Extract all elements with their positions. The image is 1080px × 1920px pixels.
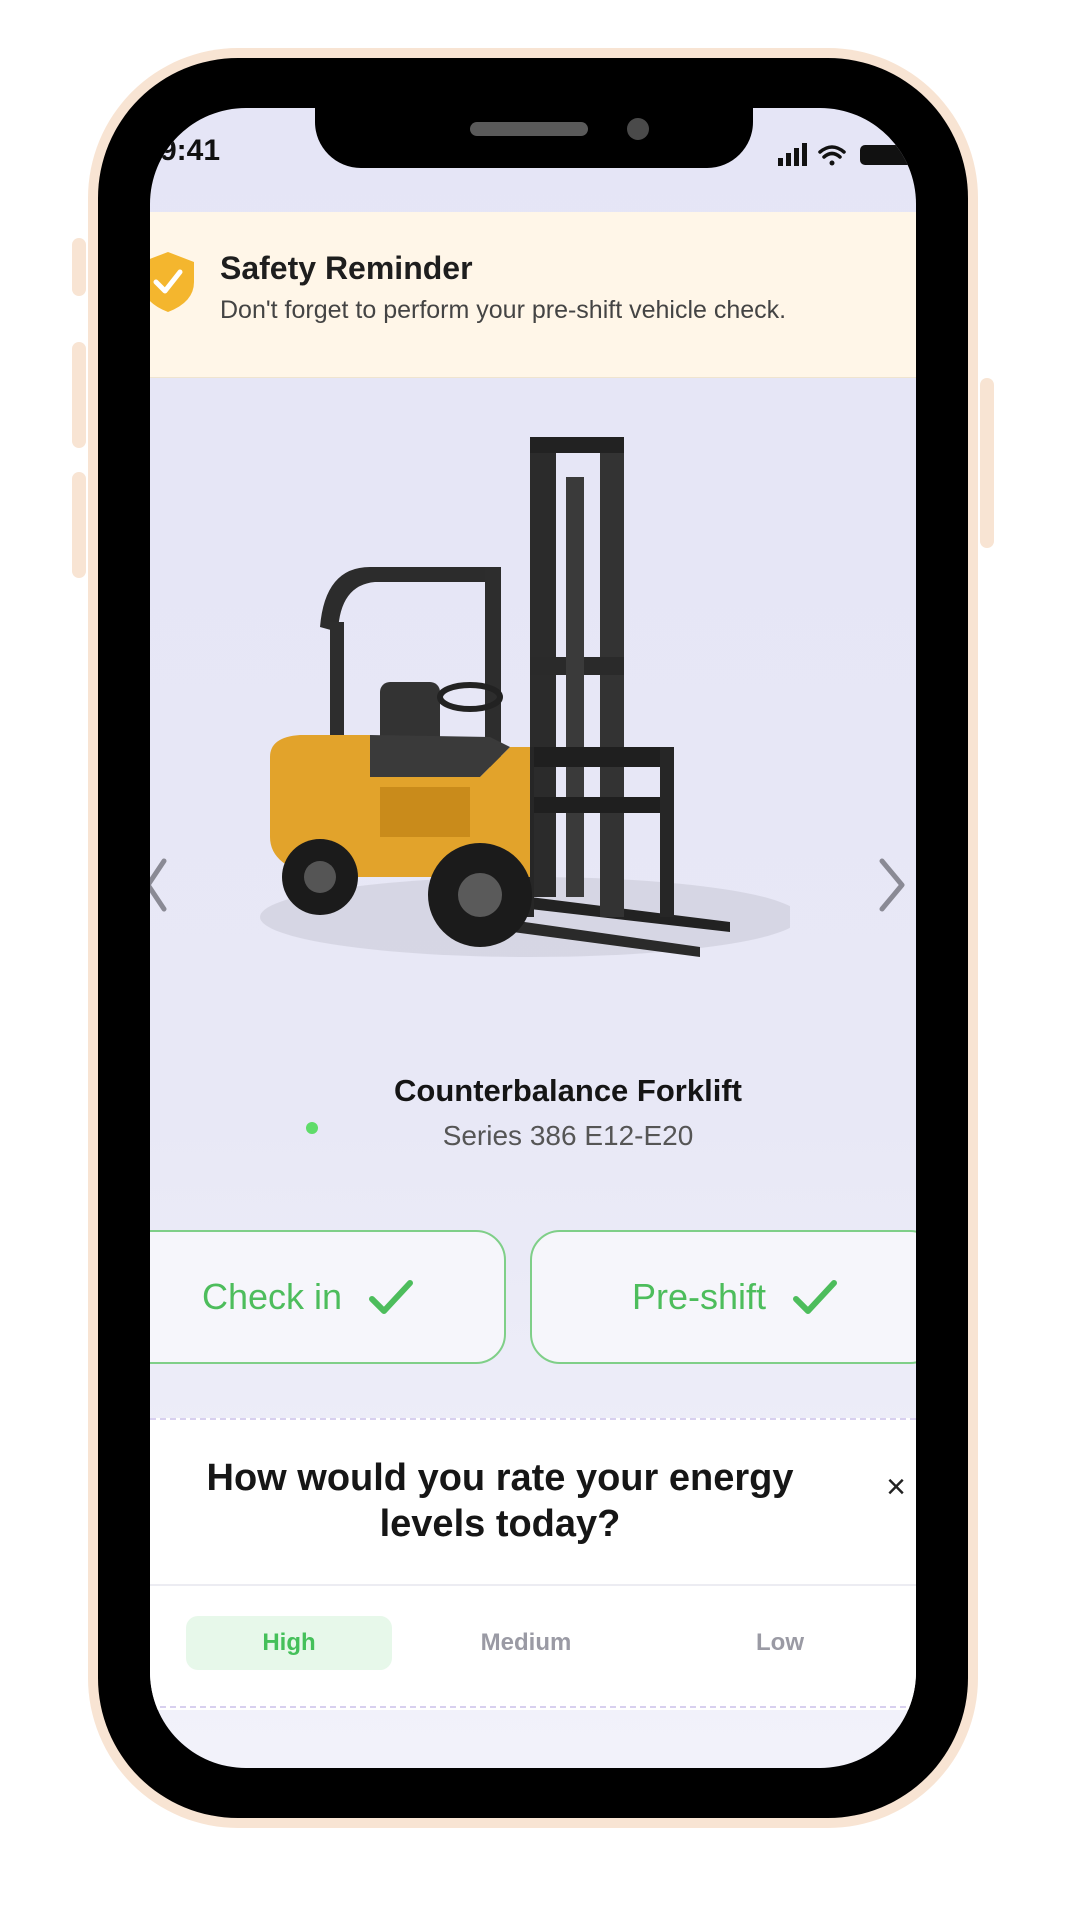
option-high[interactable]: High — [186, 1616, 392, 1670]
check-in-button[interactable]: Check in — [150, 1230, 506, 1364]
checkmark-icon — [793, 1280, 838, 1314]
volume-down-button — [72, 472, 86, 578]
chevron-right-icon[interactable] — [876, 857, 908, 913]
close-icon[interactable]: × — [886, 1468, 906, 1507]
wifi-icon — [818, 145, 846, 166]
pre-shift-button[interactable]: Pre-shift — [530, 1230, 916, 1364]
divider — [150, 1584, 916, 1586]
screen: 9:41 Safety Reminder Don't forget to per… — [150, 108, 916, 1768]
forklift-image — [260, 437, 790, 957]
chevron-left-icon[interactable] — [150, 857, 168, 913]
banner-title: Safety Reminder — [220, 250, 473, 286]
shield-check-icon — [150, 250, 196, 319]
banner-message: Don't forget to perform your pre-shift v… — [220, 296, 787, 324]
option-medium[interactable]: Medium — [406, 1616, 646, 1670]
vehicle-series: Series 386 E12-E20 — [442, 1120, 694, 1151]
survey-question: How would you rate your energy levels to… — [150, 1456, 850, 1547]
vehicle-carousel[interactable] — [150, 377, 916, 1017]
speaker — [470, 122, 588, 136]
checkmark-icon — [369, 1280, 414, 1314]
option-low[interactable]: Low — [660, 1616, 900, 1670]
phone-frame: 9:41 Safety Reminder Don't forget to per… — [72, 58, 994, 1818]
notch — [315, 108, 753, 168]
survey-question-line1: How would you rate your energy — [206, 1457, 794, 1499]
divider — [150, 1706, 916, 1708]
mute-switch — [72, 238, 86, 296]
status-time: 9:41 — [160, 134, 221, 167]
signal-icon — [778, 143, 807, 166]
volume-up-button — [72, 342, 86, 448]
survey-question-line2: levels today? — [379, 1502, 621, 1545]
front-camera — [627, 118, 649, 140]
status-icons — [776, 140, 916, 168]
battery-icon — [860, 145, 916, 165]
vehicle-name: Counterbalance Forklift — [394, 1073, 742, 1108]
power-button — [980, 378, 994, 548]
pre-shift-label: Pre-shift — [631, 1276, 767, 1317]
energy-survey-card: How would you rate your energy levels to… — [150, 1418, 916, 1710]
safety-reminder-banner[interactable]: Safety Reminder Don't forget to perform … — [150, 212, 916, 378]
check-in-label: Check in — [201, 1276, 343, 1317]
